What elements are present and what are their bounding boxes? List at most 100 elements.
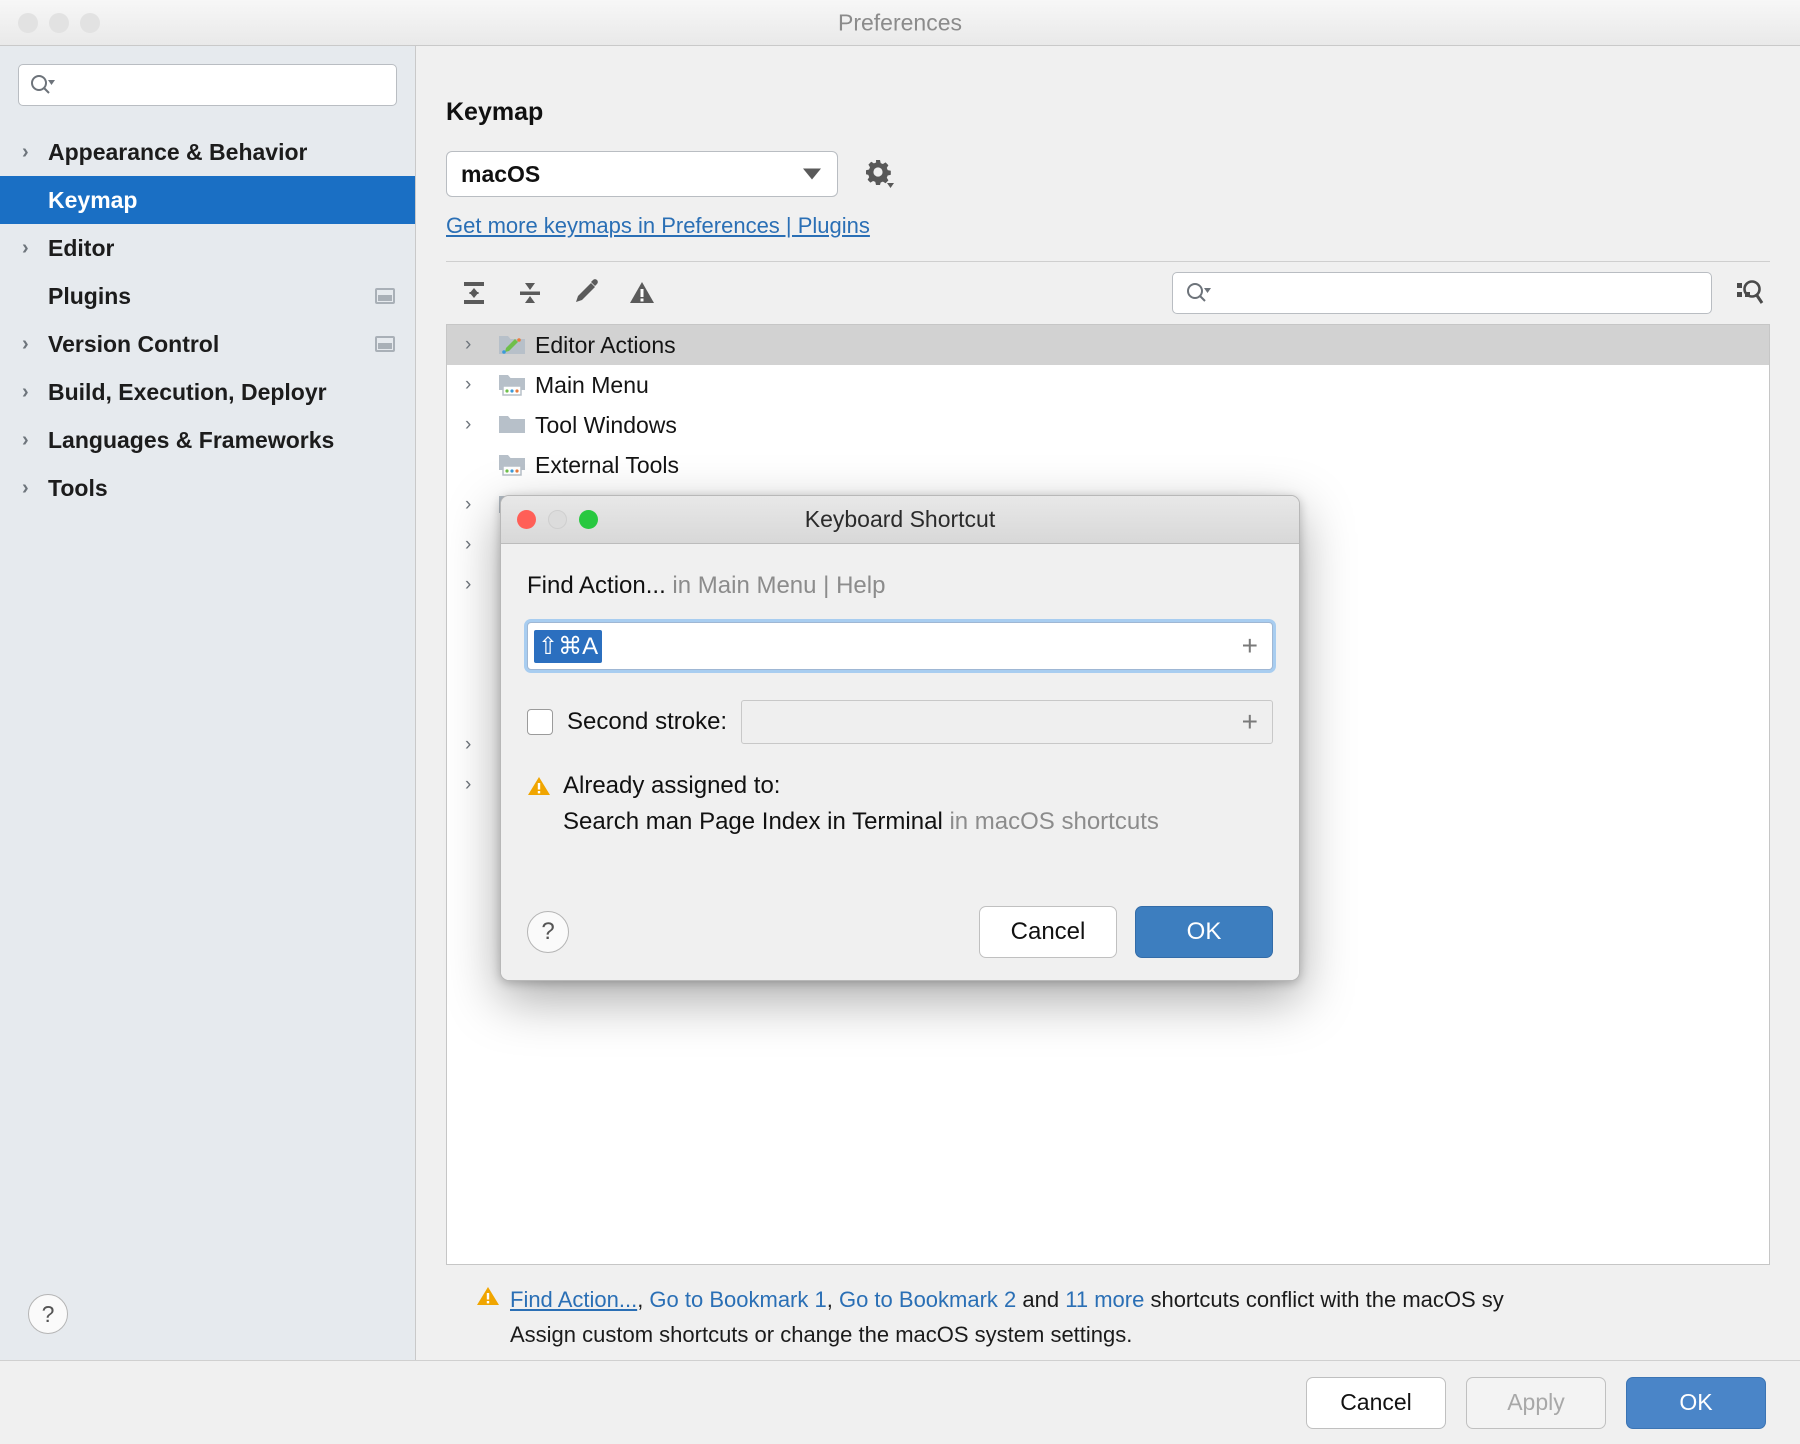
collapse-all-button[interactable] [502, 271, 558, 315]
chevron-right-icon[interactable]: › [465, 494, 497, 516]
keymap-selector-row: macOS [446, 151, 1770, 197]
dialog-body: Find Action... in Main Menu | Help ⇧⌘A +… [501, 544, 1299, 892]
sidebar-item-label: Keymap [48, 186, 138, 213]
edit-shortcut-icon [576, 279, 598, 302]
conflict-tail-text: shortcuts conflict with the macOS sy [1150, 1286, 1504, 1312]
sidebar-item-label: Plugins [48, 282, 132, 309]
conflict-link-bookmark-1[interactable]: Go to Bookmark 1 [649, 1287, 826, 1312]
first-stroke-field[interactable]: ⇧⌘A + [527, 622, 1273, 670]
already-assigned-scope: in macOS shortcuts [949, 808, 1159, 835]
sidebar-item-label: Build, Execution, Deployr [48, 378, 327, 405]
tree-row[interactable]: › Main Menu [447, 365, 1769, 405]
sidebar-item-editor[interactable]: › Editor [0, 224, 415, 272]
get-more-keymaps-link[interactable]: Get more keymaps in Preferences | Plugin… [446, 213, 1770, 239]
keymap-toolbar [446, 262, 1770, 324]
dialog-button-bar: Cancel Apply OK [0, 1360, 1800, 1444]
folder-editor-icon [497, 332, 535, 358]
conflicts-icon [630, 282, 654, 303]
chevron-right-icon[interactable]: › [465, 574, 497, 596]
sidebar-item-version-control[interactable]: › Version Control [0, 320, 415, 368]
sidebar-item-languages-frameworks[interactable]: › Languages & Frameworks [0, 416, 415, 464]
keymap-select[interactable]: macOS [446, 151, 838, 197]
already-assigned-heading-row: Already assigned to: [527, 772, 1273, 800]
keyboard-shortcut-dialog: Keyboard Shortcut Find Action... in Main… [500, 495, 1300, 981]
dialog-action-line: Find Action... in Main Menu | Help [527, 572, 1273, 600]
already-assigned-heading: Already assigned to: [563, 772, 781, 799]
conflict-link-more[interactable]: 11 more [1065, 1287, 1144, 1312]
gear-icon [866, 160, 894, 188]
show-conflicts-button[interactable] [614, 271, 670, 315]
cancel-button[interactable]: Cancel [1306, 1376, 1446, 1429]
chevron-right-icon[interactable]: › [465, 534, 497, 556]
help-button[interactable]: ? [28, 1294, 68, 1334]
dialog-ok-button[interactable]: OK [1135, 906, 1273, 958]
settings-sidebar: › Appearance & Behavior › Keymap › Edito… [0, 46, 416, 1360]
chevron-right-icon: › [22, 141, 29, 163]
expand-all-button[interactable] [446, 271, 502, 315]
conflict-link-bookmark-2[interactable]: Go to Bookmark 2 [839, 1287, 1016, 1312]
zoom-icon[interactable] [579, 510, 598, 529]
chevron-right-icon[interactable]: › [465, 734, 497, 756]
tree-row[interactable]: › External Tools [447, 445, 1769, 485]
keymap-settings-button[interactable] [858, 154, 898, 194]
second-stroke-checkbox[interactable] [527, 709, 553, 735]
dialog-help-label: ? [541, 918, 555, 945]
conflict-line-1: Find Action..., Go to Bookmark 1, Go to … [476, 1285, 1740, 1315]
window-title: Preferences [837, 9, 962, 35]
conflict-and-text: and [1022, 1286, 1060, 1312]
chevron-right-icon: › [22, 333, 29, 355]
tree-row[interactable]: › Editor Actions [447, 325, 1769, 365]
find-by-shortcut-button[interactable] [1726, 271, 1770, 315]
folder-menu-icon [497, 452, 535, 478]
keymap-search-field[interactable] [1172, 272, 1712, 314]
sidebar-search-field[interactable] [18, 64, 397, 106]
close-icon[interactable] [517, 510, 536, 529]
already-assigned-detail: Search man Page Index in Terminal in mac… [527, 808, 1273, 836]
dialog-cancel-button[interactable]: Cancel [979, 906, 1117, 958]
already-assigned-target: Search man Page Index in Terminal [563, 808, 943, 835]
keymap-select-value: macOS [461, 160, 541, 187]
dialog-action-name: Find Action... [527, 572, 666, 599]
tree-row-label: External Tools [535, 451, 680, 478]
tree-row[interactable]: › Tool Windows [447, 405, 1769, 445]
apply-button[interactable]: Apply [1466, 1376, 1606, 1429]
second-stroke-row: Second stroke: + [527, 700, 1273, 744]
plugin-badge-icon [375, 288, 395, 304]
folder-menu-icon [497, 372, 535, 398]
dialog-titlebar: Keyboard Shortcut [501, 496, 1299, 544]
search-icon [1185, 282, 1211, 304]
plus-icon[interactable]: + [1242, 632, 1262, 660]
chevron-right-icon[interactable]: › [465, 774, 497, 796]
warning-icon [476, 1285, 500, 1307]
chevron-right-icon[interactable]: › [465, 414, 497, 436]
window-titlebar: Preferences [0, 0, 1800, 46]
preferences-window: Preferences › Appearance & Behavior Keym… [0, 0, 1800, 1444]
keymap-search-input[interactable] [1211, 280, 1699, 306]
dialog-traffic-lights [517, 510, 598, 529]
chevron-right-icon[interactable]: › [465, 334, 497, 356]
edit-shortcut-button[interactable] [558, 271, 614, 315]
plugin-badge-icon [375, 336, 395, 352]
find-by-shortcut-icon [1737, 280, 1764, 304]
chevron-right-icon: › [22, 429, 29, 451]
sidebar-item-build-execution-deployment[interactable]: › Build, Execution, Deployr [0, 368, 415, 416]
sidebar-item-tools[interactable]: › Tools [0, 464, 415, 512]
folder-icon [497, 412, 535, 438]
chevron-right-icon[interactable]: › [465, 374, 497, 396]
second-stroke-field[interactable]: + [741, 700, 1273, 744]
sidebar-item-appearance-behavior[interactable]: › Appearance & Behavior [0, 128, 415, 176]
conflict-link-find-action[interactable]: Find Action... [510, 1287, 637, 1312]
conflict-notice: Find Action..., Go to Bookmark 1, Go to … [446, 1265, 1770, 1360]
already-assigned-block: Already assigned to: Search man Page Ind… [527, 772, 1273, 836]
warning-icon [527, 775, 551, 797]
sidebar-item-label: Languages & Frameworks [48, 426, 335, 453]
dialog-help-button[interactable]: ? [527, 911, 569, 953]
ok-button[interactable]: OK [1626, 1376, 1766, 1429]
sidebar-search-input[interactable] [55, 72, 386, 98]
collapse-all-icon [520, 283, 540, 303]
sidebar-item-keymap[interactable]: › Keymap [0, 176, 415, 224]
sidebar-item-label: Editor [48, 234, 115, 261]
minimize-icon[interactable] [548, 510, 567, 529]
expand-all-icon [464, 282, 484, 304]
sidebar-item-plugins[interactable]: › Plugins [0, 272, 415, 320]
